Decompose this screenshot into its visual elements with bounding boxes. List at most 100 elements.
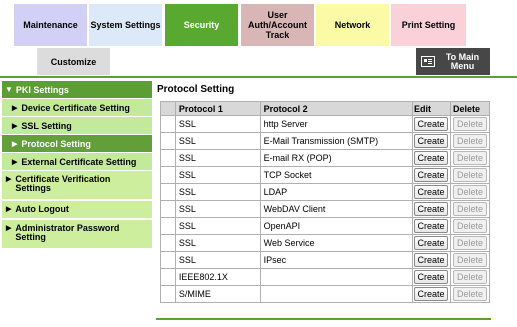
protocol-2-cell — [259, 268, 413, 286]
column-header-edit: Edit — [411, 101, 451, 116]
create-button[interactable]: Create — [413, 151, 448, 165]
main-menu-icon — [421, 56, 435, 67]
protocol-2-cell: LDAP — [259, 183, 413, 201]
protocol-1-cell: S/MIME — [174, 285, 261, 303]
tab-system-settings[interactable]: System Settings — [89, 4, 162, 46]
delete-cell: Delete — [449, 149, 491, 167]
to-main-menu-label: To Main Menu — [445, 51, 480, 71]
protocol-2-cell: E-mail RX (POP) — [259, 149, 413, 167]
create-button[interactable]: Create — [413, 236, 448, 250]
sidebar-item-label: Protocol Setting — [21, 138, 91, 149]
triangle-right-icon: ▶ — [12, 158, 18, 166]
sidebar-item-protocol-setting[interactable]: ▶ Protocol Setting — [2, 135, 152, 152]
tab-user-auth-account-track[interactable]: User Auth/Account Track — [241, 4, 314, 46]
delete-cell: Delete — [449, 251, 491, 269]
table-row: S/MIME Create Delete — [160, 285, 491, 303]
protocol-2-cell — [259, 285, 413, 303]
table-row: SSL TCP Socket Create Delete — [160, 166, 491, 184]
edit-cell: Create — [411, 132, 451, 150]
sidebar-item-label: Auto Logout — [15, 204, 69, 214]
tab-network[interactable]: Network — [316, 4, 389, 46]
protocol-1-cell: SSL — [174, 166, 261, 184]
table-row: SSL WebDAV Client Create Delete — [160, 200, 491, 218]
tab-print-setting[interactable]: Print Setting — [391, 4, 466, 46]
tab-security[interactable]: Security — [165, 4, 238, 46]
delete-cell: Delete — [449, 132, 491, 150]
triangle-right-icon: ▶ — [6, 225, 12, 232]
sidebar-item-label: SSL Setting — [21, 120, 72, 131]
triangle-down-icon: ▼ — [5, 85, 13, 94]
edit-cell: Create — [411, 285, 451, 303]
triangle-right-icon: ▶ — [6, 176, 12, 183]
protocol-2-cell: IPsec — [259, 251, 413, 269]
create-button[interactable]: Create — [413, 168, 448, 182]
delete-cell: Delete — [449, 115, 491, 133]
row-blank-cell — [160, 149, 176, 167]
delete-button[interactable]: Delete — [452, 168, 487, 182]
table-row: SSL E-mail RX (POP) Create Delete — [160, 149, 491, 167]
edit-cell: Create — [411, 268, 451, 286]
sidebar-item-certificate-verification-settings[interactable]: ▶ Certificate Verification Settings — [2, 171, 152, 199]
delete-button[interactable]: Delete — [452, 219, 487, 233]
create-button[interactable]: Create — [413, 219, 448, 233]
sidebar-item-ssl-setting[interactable]: ▶ SSL Setting — [2, 117, 152, 134]
delete-button[interactable]: Delete — [452, 151, 487, 165]
edit-cell: Create — [411, 234, 451, 252]
sidebar-item-device-certificate-setting[interactable]: ▶ Device Certificate Setting — [2, 99, 152, 116]
table-row: SSL LDAP Create Delete — [160, 183, 491, 201]
sidebar-item-label: Device Certificate Setting — [21, 102, 130, 113]
column-header-protocol-2: Protocol 2 — [259, 101, 413, 116]
protocol-2-cell: TCP Socket — [259, 166, 413, 184]
sidebar-item-pki-settings[interactable]: ▼ PKI Settings — [2, 81, 152, 98]
page-title: Protocol Setting — [157, 84, 235, 95]
delete-cell: Delete — [449, 200, 491, 218]
create-button[interactable]: Create — [413, 270, 448, 284]
sidebar-item-administrator-password-setting[interactable]: ▶ Administrator Password Setting — [2, 220, 152, 248]
tab-maintenance[interactable]: Maintenance — [14, 4, 87, 46]
protocol-2-cell: WebDAV Client — [259, 200, 413, 218]
row-blank-cell — [160, 285, 176, 303]
protocol-2-cell: Web Service — [259, 234, 413, 252]
row-blank-cell — [160, 115, 176, 133]
to-main-menu-button[interactable]: To Main Menu — [416, 48, 490, 75]
protocol-1-cell: SSL — [174, 115, 261, 133]
protocol-2-cell: http Server — [259, 115, 413, 133]
delete-button[interactable]: Delete — [452, 236, 487, 250]
protocol-1-cell: SSL — [174, 234, 261, 252]
delete-button[interactable]: Delete — [452, 270, 487, 284]
delete-button[interactable]: Delete — [452, 202, 487, 216]
protocol-1-cell: SSL — [174, 183, 261, 201]
edit-cell: Create — [411, 115, 451, 133]
edit-cell: Create — [411, 251, 451, 269]
delete-cell: Delete — [449, 217, 491, 235]
delete-button[interactable]: Delete — [452, 287, 487, 301]
row-blank-cell — [160, 217, 176, 235]
footer-divider — [156, 318, 491, 320]
delete-button[interactable]: Delete — [452, 253, 487, 267]
table-row: SSL E-Mail Transmission (SMTP) Create Delet… — [160, 132, 491, 150]
row-blank-cell — [160, 183, 176, 201]
create-button[interactable]: Create — [413, 117, 448, 131]
protocol-1-cell: SSL — [174, 132, 261, 150]
delete-cell: Delete — [449, 268, 491, 286]
protocol-1-cell: SSL — [174, 200, 261, 218]
create-button[interactable]: Create — [413, 185, 448, 199]
create-button[interactable]: Create — [413, 287, 448, 301]
table-row: SSL http Server Create Delete — [160, 115, 491, 133]
column-header-blank — [160, 101, 176, 116]
row-blank-cell — [160, 234, 176, 252]
sidebar-item-auto-logout[interactable]: ▶ Auto Logout — [2, 201, 152, 218]
create-button[interactable]: Create — [413, 253, 448, 267]
delete-button[interactable]: Delete — [452, 185, 487, 199]
sidebar-item-label: External Certificate Setting — [21, 156, 137, 167]
delete-button[interactable]: Delete — [452, 134, 487, 148]
edit-cell: Create — [411, 166, 451, 184]
sidebar-item-external-certificate-setting[interactable]: ▶ External Certificate Setting — [2, 153, 152, 170]
create-button[interactable]: Create — [413, 134, 448, 148]
edit-cell: Create — [411, 217, 451, 235]
table-row: SSL Web Service Create Delete — [160, 234, 491, 252]
delete-button[interactable]: Delete — [452, 117, 487, 131]
create-button[interactable]: Create — [413, 202, 448, 216]
tab-customize[interactable]: Customize — [37, 48, 110, 75]
sidebar: ▼ PKI Settings ▶ Device Certificate Sett… — [2, 81, 152, 250]
